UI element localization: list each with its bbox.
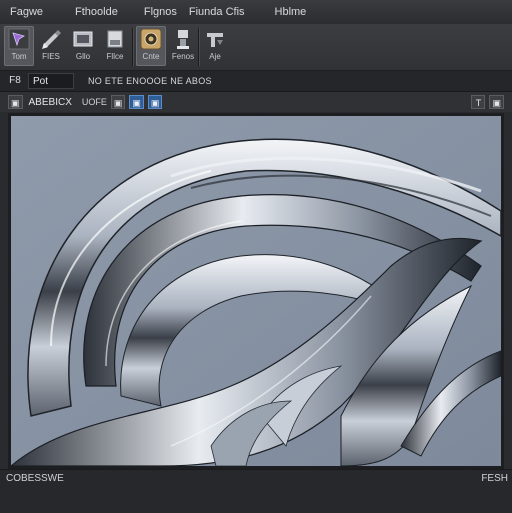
ribbon-separator xyxy=(132,28,133,66)
tool-pen-label: FIES xyxy=(42,52,60,61)
tool-transform[interactable]: Aje xyxy=(200,26,230,66)
adjust-icon xyxy=(177,30,189,49)
status-bar: COBESSWE FESH xyxy=(0,469,512,513)
property-bar: F8 Pot NO ETE ENOOOE NE ABOS xyxy=(0,71,512,92)
chrome-swirl-artwork xyxy=(11,116,501,466)
tool-selection-label: Tom xyxy=(11,52,27,61)
brush-palette-icon xyxy=(140,28,162,50)
document-toolbar: ▣ ABEBICX UOFE ▣ ▣ ▣ T ▣ xyxy=(0,92,512,112)
tool-group-primary: Tom FIES Gllo Fllce xyxy=(4,26,132,68)
zoom-field[interactable]: UOFE xyxy=(82,97,107,107)
document-menu-button[interactable]: ▣ xyxy=(8,95,23,109)
tool-shape-label: Fllce xyxy=(106,52,124,61)
panel-toggle-button[interactable]: ▣ xyxy=(489,95,504,109)
canvas-frame xyxy=(8,113,504,469)
selection-arrow-icon xyxy=(8,28,30,50)
document-toolbar-right: T ▣ xyxy=(467,95,512,109)
status-right-text: FESH xyxy=(481,473,508,484)
tool-transform-label: Aje xyxy=(209,52,221,61)
tool-pen[interactable]: FIES xyxy=(36,26,66,66)
tool-adjust-label: Fenos xyxy=(171,52,195,61)
tool-selection[interactable]: Tom xyxy=(4,26,34,66)
crop-icon xyxy=(73,31,93,47)
layer-button-2[interactable]: ▣ xyxy=(147,95,163,109)
layer-button[interactable]: ▣ xyxy=(129,95,144,109)
text-tool-button[interactable]: T xyxy=(471,95,486,109)
shape-icon xyxy=(107,30,123,48)
tool-crop-label: Gllo xyxy=(75,52,91,61)
menu-help[interactable]: Hblme xyxy=(269,6,313,18)
menu-window[interactable]: Fiunda Cfis xyxy=(183,6,251,18)
menu-image[interactable]: Flgnos xyxy=(138,6,183,18)
transform-icon xyxy=(207,33,223,47)
menu-bar: Fagwe Fthoolde Flgnos Fiunda Cfis Hblme xyxy=(0,0,512,25)
ribbon-separator-2 xyxy=(198,28,199,66)
menu-edit[interactable]: Fthoolde xyxy=(69,6,124,18)
tool-crop[interactable]: Gllo xyxy=(68,26,98,66)
tool-group-secondary: Cnte Fenos xyxy=(136,26,200,68)
property-input[interactable]: Pot xyxy=(28,73,74,89)
artwork-canvas[interactable] xyxy=(11,116,501,466)
tool-brush[interactable]: Cnte xyxy=(136,26,166,66)
property-caption: NO ETE ENOOOE NE ABOS xyxy=(88,76,212,86)
status-left-text: COBESSWE xyxy=(6,473,64,484)
tool-shape[interactable]: Fllce xyxy=(100,26,130,66)
menu-file[interactable]: Fagwe xyxy=(4,6,49,18)
tool-brush-label: Cnte xyxy=(142,52,160,61)
tool-ribbon: Tom FIES Gllo Fllce Cnte Fenos Aje xyxy=(0,24,512,71)
tool-group-tertiary: Aje xyxy=(200,26,232,68)
document-tab[interactable]: ABEBICX xyxy=(29,97,72,108)
view-toggle-button[interactable]: ▣ xyxy=(110,95,126,109)
pen-tool-icon xyxy=(42,30,61,49)
property-label: F8 xyxy=(9,75,21,86)
tool-adjust[interactable]: Fenos xyxy=(168,26,198,66)
